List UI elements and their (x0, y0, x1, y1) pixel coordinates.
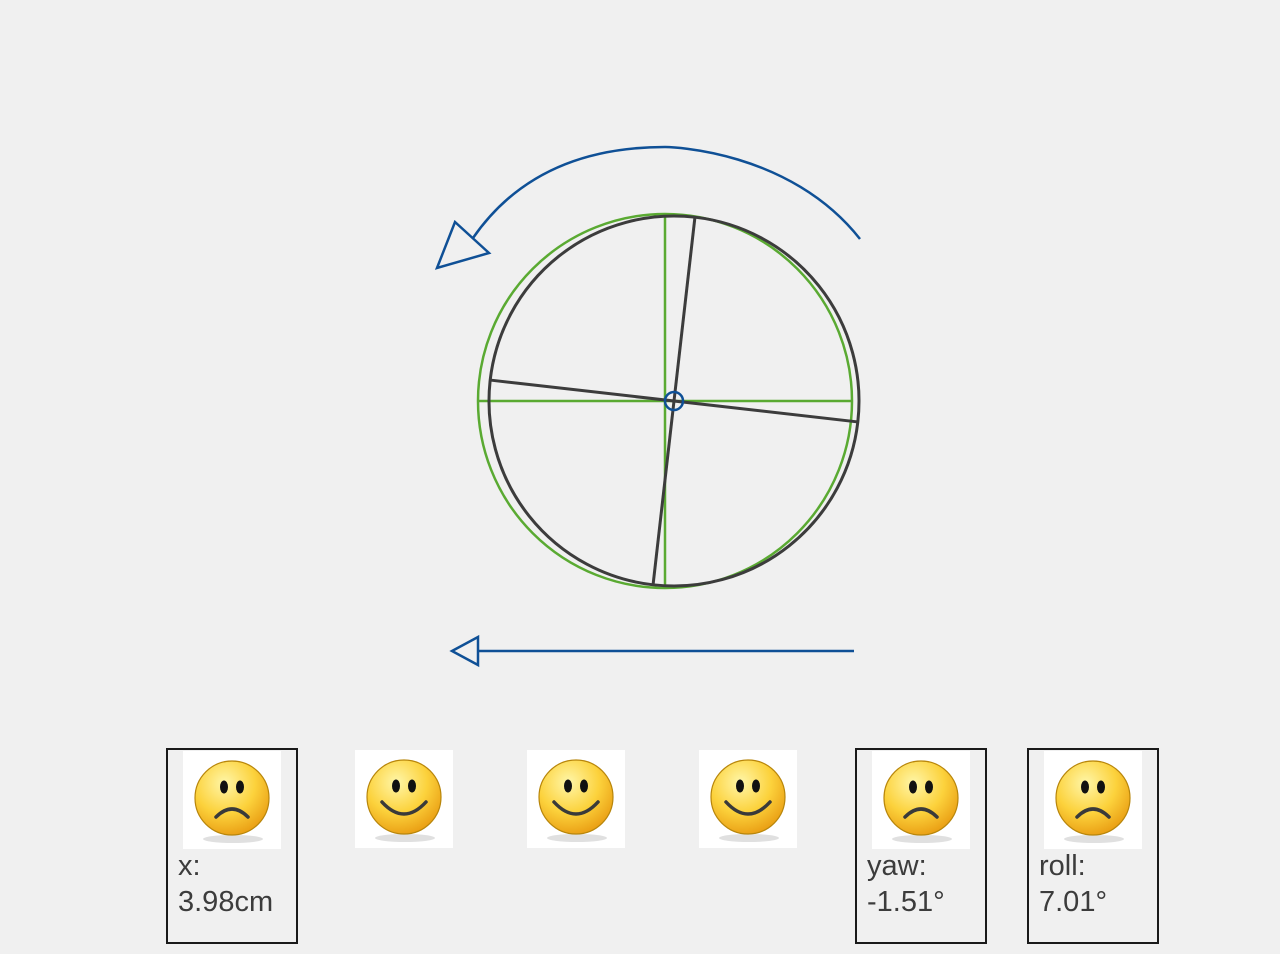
left-eye (220, 780, 228, 794)
left-eye (1081, 780, 1089, 794)
happy-face-icon (366, 759, 442, 842)
x-value: 3.98cm (178, 886, 274, 918)
right-eye (752, 779, 760, 793)
right-eye (1097, 780, 1105, 794)
translation-arrow (449, 634, 854, 668)
rotation-arrow (434, 145, 861, 270)
face-disc (366, 759, 442, 835)
face-shadow (375, 834, 435, 842)
yaw-label: yaw: (867, 850, 927, 882)
rotation-arrow-arc (471, 145, 861, 240)
face-tile (355, 750, 453, 848)
face-disc (538, 759, 614, 835)
indicator-z (511, 748, 643, 944)
x-label: x: (178, 850, 201, 882)
happy-face-icon (710, 759, 786, 842)
right-eye (236, 780, 244, 794)
right-eye (408, 779, 416, 793)
face-shadow (1064, 835, 1124, 843)
happy-face-icon (538, 759, 614, 842)
indicator-yaw: yaw: -1.51° (855, 748, 987, 944)
left-eye (564, 779, 572, 793)
left-eye (392, 779, 400, 793)
face-disc (710, 759, 786, 835)
roll-value: 7.01° (1039, 886, 1108, 918)
alignment-canvas: x: 3.98cm yaw: -1.51° roll: 7.01° (0, 0, 1280, 954)
face-disc (883, 760, 959, 836)
indicator-y (339, 748, 471, 944)
face-shadow (547, 834, 607, 842)
yaw-value: -1.51° (867, 886, 945, 918)
face-disc (194, 760, 270, 836)
right-eye (580, 779, 588, 793)
face-tile (527, 750, 625, 848)
face-tile (699, 750, 797, 848)
sad-face-icon (194, 760, 270, 843)
indicator-pitch (683, 748, 815, 944)
left-eye (909, 780, 917, 794)
face-shadow (719, 834, 779, 842)
face-tile (872, 751, 970, 849)
yaw-readout: yaw: -1.51° (867, 848, 985, 920)
indicator-x: x: 3.98cm (166, 748, 298, 944)
left-eye (736, 779, 744, 793)
right-eye (925, 780, 933, 794)
roll-label: roll: (1039, 850, 1086, 882)
sad-face-icon (883, 760, 959, 843)
face-tile (1044, 751, 1142, 849)
indicator-roll: roll: 7.01° (1027, 748, 1159, 944)
face-disc (1055, 760, 1131, 836)
face-shadow (203, 835, 263, 843)
face-shadow (892, 835, 952, 843)
roll-readout: roll: 7.01° (1039, 848, 1157, 920)
sad-face-icon (1055, 760, 1131, 843)
translation-arrow-head (449, 634, 480, 668)
face-tile (183, 751, 281, 849)
x-readout: x: 3.98cm (178, 848, 296, 920)
